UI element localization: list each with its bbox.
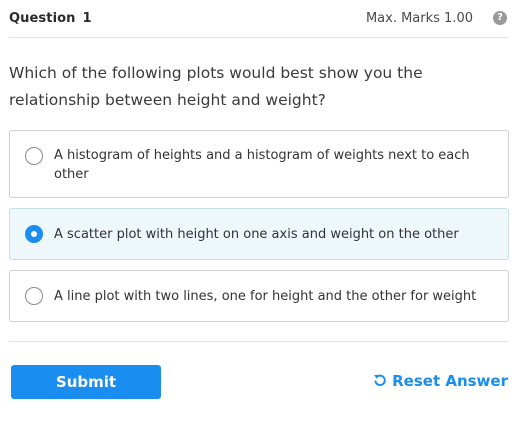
question-header: Question 1 Max. Marks 1.00 ?	[9, 0, 509, 38]
help-icon[interactable]: ?	[493, 11, 507, 25]
max-marks: Max. Marks 1.00	[365, 11, 473, 26]
radio-button-1[interactable]	[25, 147, 43, 165]
answer-option-2[interactable]: A scatter plot with height on one axis a…	[9, 208, 509, 260]
answer-option-label: A scatter plot with height on one axis a…	[54, 227, 459, 242]
answer-option-3[interactable]: A line plot with two lines, one for heig…	[9, 270, 509, 322]
reset-answer-button[interactable]: Reset Answer	[373, 371, 508, 391]
radio-button-2[interactable]	[25, 225, 43, 243]
reset-answer-label: Reset Answer	[392, 372, 508, 390]
answer-option-label: A line plot with two lines, one for heig…	[54, 289, 477, 304]
submit-button[interactable]: Submit	[11, 365, 161, 399]
question-label: Question	[9, 11, 76, 26]
question-card: Question 1 Max. Marks 1.00 ? Which of the…	[0, 0, 529, 422]
answer-option-1[interactable]: A histogram of heights and a histogram o…	[9, 130, 509, 198]
footer-divider	[9, 341, 509, 342]
question-number: 1	[82, 11, 92, 26]
undo-icon	[374, 374, 386, 386]
radio-button-3[interactable]	[25, 287, 43, 305]
answer-option-label: A histogram of heights and a histogram o…	[54, 148, 470, 182]
question-title: Question 1	[9, 11, 92, 26]
question-text: Which of the following plots would best …	[9, 64, 423, 109]
